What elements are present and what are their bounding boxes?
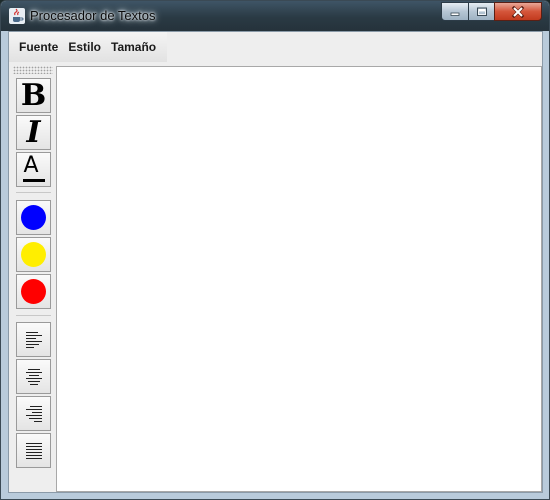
close-button[interactable] xyxy=(494,2,542,21)
align-center-icon xyxy=(25,368,42,385)
align-left-button[interactable] xyxy=(16,322,51,357)
bold-icon: B xyxy=(20,77,47,113)
menu-estilo[interactable]: Estilo xyxy=(63,32,106,62)
underline-bar xyxy=(22,178,45,182)
menu-bar: Fuente Estilo Tamaño xyxy=(9,32,167,62)
toolbar-drag-handle[interactable] xyxy=(13,66,53,74)
minimize-icon xyxy=(450,12,460,16)
yellow-color-button[interactable] xyxy=(16,237,51,272)
italic-icon: I xyxy=(26,114,41,150)
align-justify-icon xyxy=(25,442,42,459)
align-left-icon xyxy=(25,331,42,348)
align-right-icon xyxy=(25,405,42,422)
menu-fuente[interactable]: Fuente xyxy=(9,32,63,62)
format-toolbar: B I A xyxy=(11,66,53,490)
title-bar[interactable]: Procesador de Textos xyxy=(1,1,549,31)
underline-glyph: A xyxy=(23,152,39,178)
blue-color-icon xyxy=(21,205,46,230)
yellow-color-icon xyxy=(21,242,46,267)
align-right-button[interactable] xyxy=(16,396,51,431)
app-window: Procesador de Textos Fuente Estilo Tamañ… xyxy=(0,0,550,500)
minimize-button[interactable] xyxy=(441,2,469,21)
java-cup-icon[interactable] xyxy=(9,8,25,24)
blue-color-button[interactable] xyxy=(16,200,51,235)
red-color-icon xyxy=(21,279,46,304)
underline-button[interactable]: A xyxy=(16,152,51,187)
align-center-button[interactable] xyxy=(16,359,51,394)
italic-button[interactable]: I xyxy=(16,115,51,150)
toolbar-separator xyxy=(16,315,51,316)
text-editor-area[interactable] xyxy=(56,66,542,492)
red-color-button[interactable] xyxy=(16,274,51,309)
close-icon xyxy=(511,5,525,18)
toolbar-separator xyxy=(16,192,51,193)
align-justify-button[interactable] xyxy=(16,433,51,468)
bold-button[interactable]: B xyxy=(16,78,51,113)
window-title: Procesador de Textos xyxy=(30,8,156,23)
client-area: Fuente Estilo Tamaño B I A xyxy=(8,31,543,493)
maximize-icon xyxy=(476,7,487,16)
menu-tamano[interactable]: Tamaño xyxy=(106,32,161,62)
maximize-button[interactable] xyxy=(468,2,495,21)
underline-icon: A xyxy=(22,152,46,185)
